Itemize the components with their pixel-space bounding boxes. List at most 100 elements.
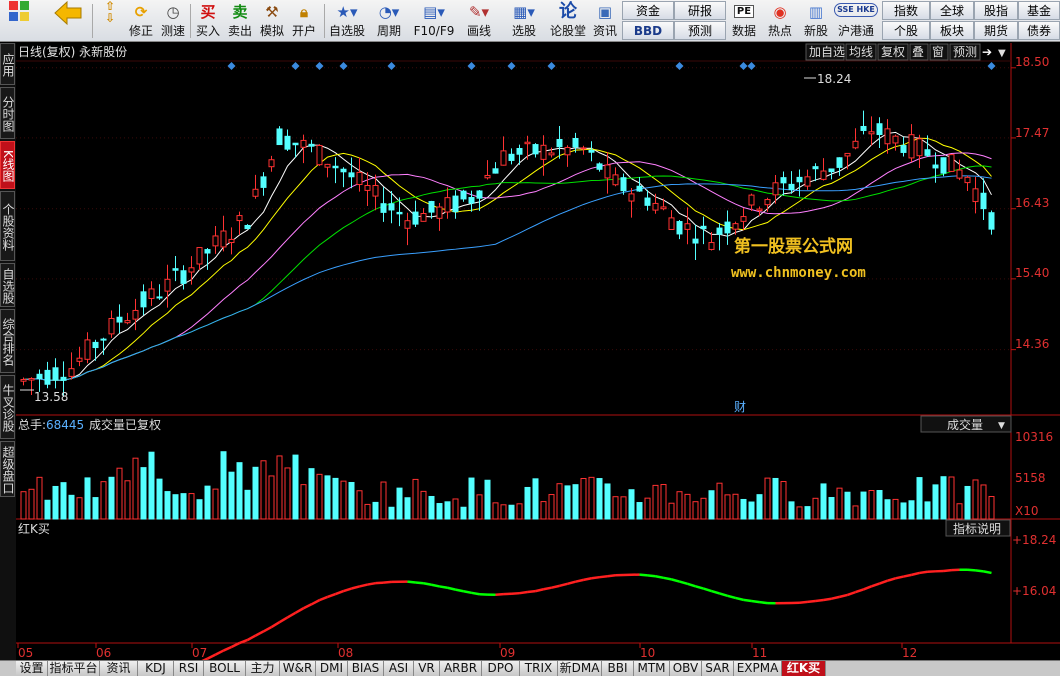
bottom-tab[interactable]: OBV bbox=[670, 661, 702, 676]
hot-button[interactable]: ◉ 热点 bbox=[764, 0, 796, 42]
kline-chart[interactable]: 日线(复权) 永新股份 加自选 均线 复权 叠 窗 预测 ➔ ▼ 第一股票公式网… bbox=[16, 43, 1060, 660]
bottom-tab[interactable]: EXPMA bbox=[734, 661, 782, 676]
data-button[interactable]: PE 数据 bbox=[728, 0, 760, 42]
candle-body bbox=[292, 142, 299, 146]
forecast-button[interactable]: 预测 bbox=[674, 21, 726, 40]
volume-bar bbox=[180, 493, 187, 520]
forecast-chart-button[interactable]: 预测 bbox=[953, 45, 977, 59]
star-icon: ★▾ bbox=[336, 3, 358, 21]
volume-bar bbox=[348, 481, 355, 520]
bottom-tab[interactable]: 红K买 bbox=[782, 661, 826, 676]
simulate-button[interactable]: ⚒ 模拟 bbox=[258, 0, 286, 42]
volume-bar bbox=[940, 476, 947, 520]
back-button[interactable] bbox=[50, 0, 86, 42]
bottom-tab[interactable]: KDJ bbox=[138, 661, 174, 676]
bottom-tab[interactable]: W&R bbox=[280, 661, 316, 676]
f10-button[interactable]: ▤▾ F10/F9 bbox=[412, 0, 456, 42]
chevron-down-icon[interactable]: ▼ bbox=[998, 421, 1005, 431]
sidebar-tab[interactable]: 自选股 bbox=[0, 263, 15, 307]
buy-button[interactable]: 买 买入 bbox=[194, 0, 222, 42]
volume-bar bbox=[948, 476, 955, 520]
period-button[interactable]: ◔▾ 周期 bbox=[370, 0, 408, 42]
bottom-tab[interactable]: TRIX bbox=[520, 661, 558, 676]
ipo-button[interactable]: ▥ 新股 bbox=[800, 0, 832, 42]
candle-body bbox=[860, 125, 867, 131]
bond-button[interactable]: 债券 bbox=[1018, 21, 1060, 40]
hk-connect-button[interactable]: SSE HKE 沪港通 bbox=[834, 0, 878, 42]
candle-body bbox=[340, 168, 347, 173]
global-button[interactable]: 全球 bbox=[930, 1, 974, 20]
bottom-tab[interactable]: 新DMA bbox=[558, 661, 602, 676]
expand-right-icon[interactable]: ➔ bbox=[982, 45, 992, 59]
volume-bar bbox=[620, 496, 627, 520]
indicator-segment bbox=[583, 577, 592, 582]
bottom-tab[interactable]: 主力 bbox=[246, 661, 280, 676]
finance-marker[interactable]: 财 bbox=[734, 400, 746, 414]
stock-index-button[interactable]: 股指 bbox=[974, 1, 1018, 20]
candle-body bbox=[212, 235, 219, 247]
open-account-button[interactable]: 🔒︎ 开户 bbox=[290, 0, 318, 42]
bottom-tab[interactable]: 设置 bbox=[16, 661, 48, 676]
candle-body bbox=[316, 145, 323, 166]
indicator-segment bbox=[431, 583, 440, 588]
ma-button[interactable]: 均线 bbox=[849, 45, 873, 59]
grid-icon bbox=[2, 0, 36, 24]
add-watch-button[interactable]: 加自选 bbox=[809, 45, 845, 59]
pe-icon: PE bbox=[728, 0, 760, 24]
sidebar-tab[interactable]: K线图 bbox=[0, 141, 15, 189]
sidebar-tab[interactable]: 个股资料 bbox=[0, 191, 15, 261]
volume-total-label: 总手: bbox=[18, 418, 46, 432]
chevron-down-icon[interactable]: ▼ bbox=[998, 48, 1006, 59]
bottom-tab[interactable]: DPO bbox=[482, 661, 520, 676]
sidebar-tab[interactable]: 应用 bbox=[0, 43, 15, 85]
news-button[interactable]: ▣ 资讯 bbox=[590, 0, 620, 42]
forum-button[interactable]: 论 论股堂 bbox=[548, 0, 588, 42]
sell-button[interactable]: 卖 卖出 bbox=[226, 0, 254, 42]
speed-button[interactable]: ◷ 测速 bbox=[158, 0, 188, 42]
scroll-button[interactable]: ⇧ ⇩ bbox=[96, 0, 124, 42]
indicator-help-label[interactable]: 指标说明 bbox=[953, 521, 1001, 536]
bottom-tab[interactable]: ARBR bbox=[440, 661, 482, 676]
indicator-segment bbox=[463, 590, 472, 595]
bbd-button[interactable]: BBD bbox=[622, 21, 674, 40]
candle-body bbox=[452, 195, 459, 213]
candle-body bbox=[196, 247, 203, 265]
volume-bar bbox=[52, 485, 59, 520]
research-button[interactable]: 研报 bbox=[674, 1, 726, 20]
fullscreen-button[interactable] bbox=[2, 0, 36, 42]
overlay-button[interactable]: 叠 bbox=[912, 45, 924, 59]
fund-button[interactable]: 基金 bbox=[1018, 1, 1060, 20]
restore-rights-button[interactable]: 复权 bbox=[881, 45, 905, 59]
bottom-tab[interactable]: DMI bbox=[316, 661, 348, 676]
bottom-tab[interactable]: RSI bbox=[174, 661, 204, 676]
bottom-tab[interactable]: SAR bbox=[702, 661, 734, 676]
sidebar-tab[interactable]: 超级盘口 bbox=[0, 441, 15, 497]
volume-bar bbox=[524, 486, 531, 520]
bottom-tab[interactable]: BBI bbox=[602, 661, 634, 676]
volume-bar bbox=[908, 500, 915, 520]
bottom-tab[interactable]: ASI bbox=[384, 661, 414, 676]
bottom-tab[interactable]: 资讯 bbox=[100, 661, 138, 676]
indicator-segment bbox=[375, 581, 384, 585]
sidebar-tab[interactable]: 综合排名 bbox=[0, 309, 15, 373]
buy-icon: 买 bbox=[200, 3, 216, 21]
bottom-tab[interactable]: MTM bbox=[634, 661, 670, 676]
stock-select-button[interactable]: ▦▾ 选股 bbox=[504, 0, 544, 42]
index-button[interactable]: 指数 bbox=[882, 1, 930, 20]
watchlist-button[interactable]: ★▾ 自选股 bbox=[328, 0, 366, 42]
sector-button[interactable]: 板块 bbox=[930, 21, 974, 40]
fund-flow-button[interactable]: 资金 bbox=[622, 1, 674, 20]
window-button[interactable]: 窗 bbox=[932, 45, 944, 59]
bottom-tab[interactable]: BOLL bbox=[204, 661, 246, 676]
draw-line-button[interactable]: ✎▾ 画线 bbox=[460, 0, 498, 42]
futures-button[interactable]: 期货 bbox=[974, 21, 1018, 40]
volume-dropdown-label[interactable]: 成交量 bbox=[947, 417, 983, 432]
bottom-tab[interactable]: 指标平台 bbox=[48, 661, 100, 676]
fix-button[interactable]: ⟳ 修正 bbox=[126, 0, 156, 42]
sidebar-tab[interactable]: 分时图 bbox=[0, 87, 15, 139]
bottom-tab[interactable]: VR bbox=[414, 661, 440, 676]
single-stock-button[interactable]: 个股 bbox=[882, 21, 930, 40]
sidebar-tab[interactable]: 牛叉诊股 bbox=[0, 375, 15, 439]
volume-bar bbox=[596, 478, 603, 520]
bottom-tab[interactable]: BIAS bbox=[348, 661, 384, 676]
